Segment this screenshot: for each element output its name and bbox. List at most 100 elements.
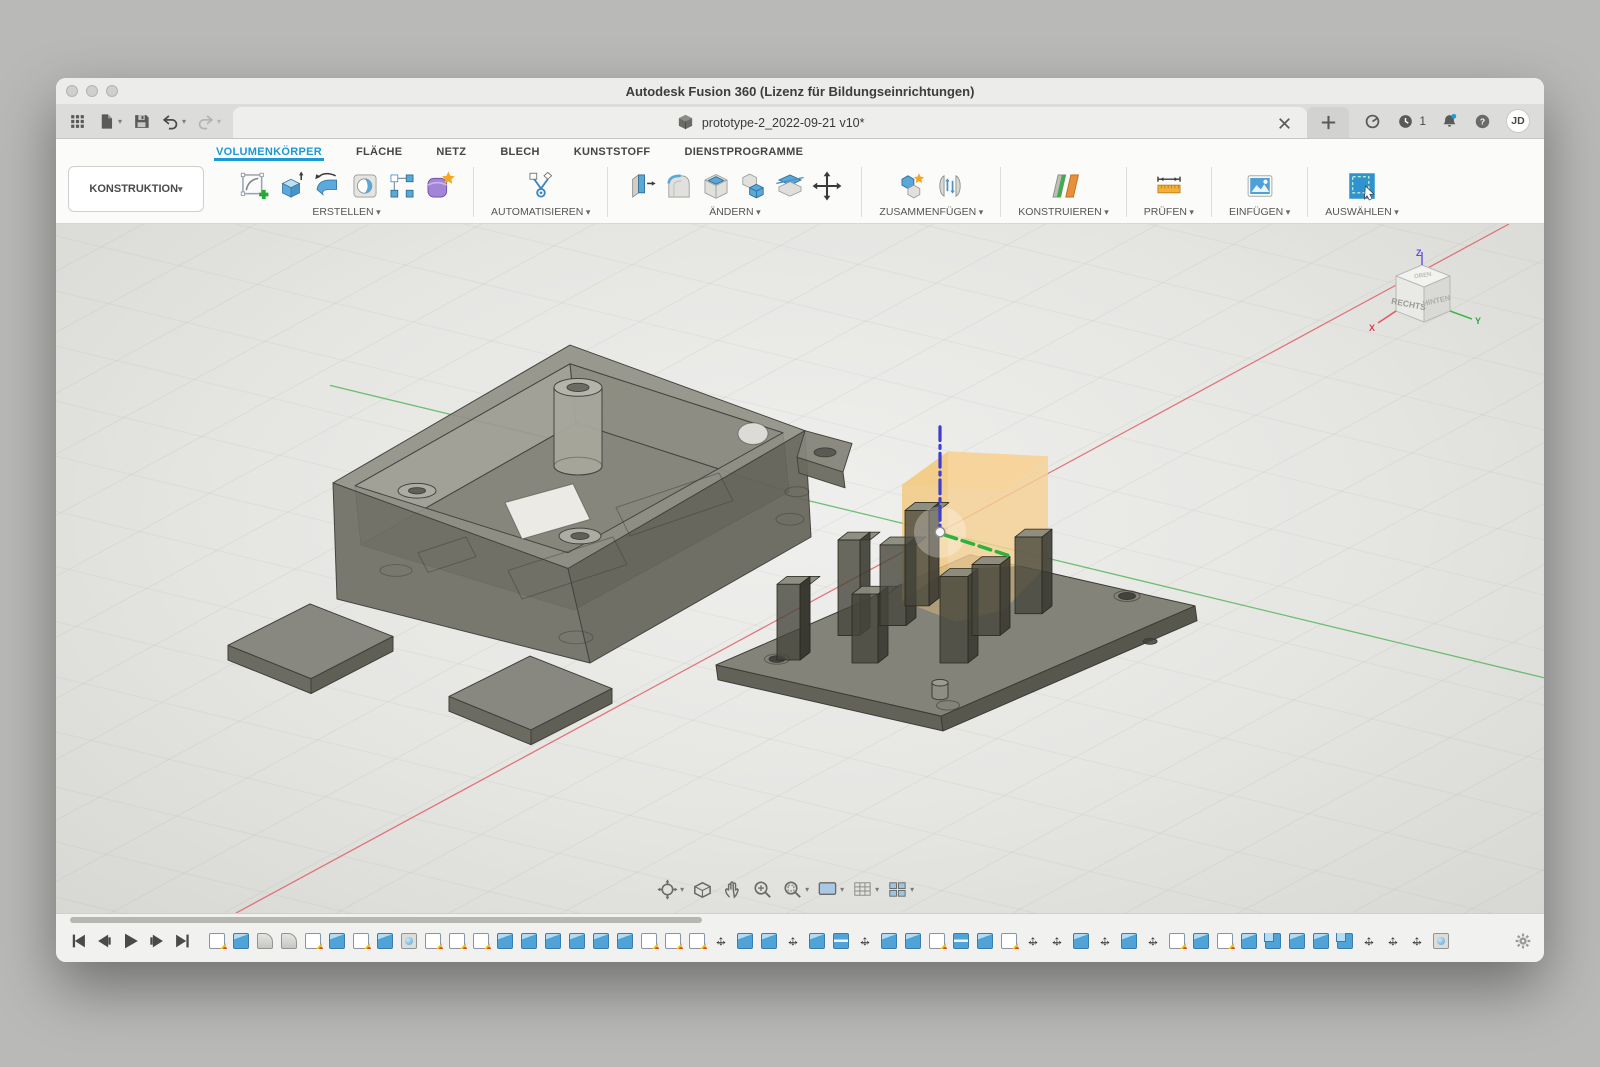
timeline-sketch-icon[interactable]: [641, 933, 657, 949]
timeline-move-icon[interactable]: [1145, 933, 1161, 949]
tab-blech[interactable]: BLECH: [498, 144, 541, 161]
timeline-extrude-icon[interactable]: [617, 933, 633, 949]
timeline-combine-icon[interactable]: [1337, 933, 1353, 949]
close-tab-button[interactable]: [1275, 114, 1293, 132]
timeline-move-icon[interactable]: [1025, 933, 1041, 949]
look-at-icon[interactable]: [691, 878, 714, 901]
timeline-extrude-icon[interactable]: [737, 933, 753, 949]
timeline-sketch-icon[interactable]: [1217, 933, 1233, 949]
timeline-sketch-icon[interactable]: [665, 933, 681, 949]
canvas-icon[interactable]: [1243, 169, 1277, 203]
timeline-move-icon[interactable]: [1361, 933, 1377, 949]
timeline-extrude-icon[interactable]: [1289, 933, 1305, 949]
document-tab[interactable]: prototype-2_2022-09-21 v10*: [233, 107, 1307, 138]
group-label[interactable]: PRÜFEN: [1144, 206, 1194, 218]
new-tab-button[interactable]: [1307, 107, 1349, 138]
joint-icon[interactable]: [933, 169, 967, 203]
timeline-extrude-icon[interactable]: [977, 933, 993, 949]
group-label[interactable]: ÄNDERN: [709, 206, 760, 218]
timeline-extrude-icon[interactable]: [593, 933, 609, 949]
select-icon[interactable]: [1345, 169, 1379, 203]
timeline-extrude-icon[interactable]: [881, 933, 897, 949]
shell-icon[interactable]: [699, 169, 733, 203]
generative-icon[interactable]: [524, 169, 558, 203]
timeline-hole-icon[interactable]: [1433, 933, 1449, 949]
file-menu-button[interactable]: ▾: [93, 108, 126, 134]
avatar[interactable]: JD: [1506, 109, 1530, 133]
viewport-canvas[interactable]: [56, 224, 1544, 913]
help-icon[interactable]: ?: [1473, 112, 1492, 131]
measure-icon[interactable]: [1152, 169, 1186, 203]
group-label[interactable]: ERSTELLEN: [312, 206, 380, 218]
traffic-lights[interactable]: [66, 85, 118, 97]
timeline-move-icon[interactable]: [1385, 933, 1401, 949]
timeline-extrude-icon[interactable]: [545, 933, 561, 949]
create-sketch-icon[interactable]: [237, 169, 271, 203]
combine-icon[interactable]: [736, 169, 770, 203]
group-label[interactable]: KONSTRUIEREN: [1018, 206, 1108, 218]
timeline-sketch-icon[interactable]: [929, 933, 945, 949]
timeline-combine-icon[interactable]: [1265, 933, 1281, 949]
timeline-move-icon[interactable]: [785, 933, 801, 949]
go-to-end-button[interactable]: [170, 930, 195, 952]
timeline-sketch-icon[interactable]: [449, 933, 465, 949]
timeline-scrollbar[interactable]: [70, 917, 702, 923]
timeline-extrude-icon[interactable]: [497, 933, 513, 949]
timeline-extrude-icon[interactable]: [809, 933, 825, 949]
lid-plate-2[interactable]: [449, 656, 612, 745]
redo-button[interactable]: ▾: [192, 108, 225, 134]
go-to-start-button[interactable]: [66, 930, 91, 952]
timeline-move-icon[interactable]: [713, 933, 729, 949]
timeline-fillet-icon[interactable]: [281, 933, 297, 949]
form-icon[interactable]: [422, 169, 456, 203]
timeline-offset-icon[interactable]: [833, 933, 849, 949]
timeline-sketch-icon[interactable]: [473, 933, 489, 949]
step-back-button[interactable]: [92, 930, 117, 952]
timeline-extrude-icon[interactable]: [1313, 933, 1329, 949]
tab-fläche[interactable]: FLÄCHE: [354, 144, 404, 161]
timeline-move-icon[interactable]: [857, 933, 873, 949]
lid-plate-1[interactable]: [228, 604, 393, 694]
tab-dienstprogramme[interactable]: DIENSTPROGRAMME: [682, 144, 805, 161]
timeline-sketch-icon[interactable]: [425, 933, 441, 949]
app-grid-button[interactable]: [64, 108, 91, 134]
viewport[interactable]: RECHTS HINTEN OBEN Z Y X ▾▾▾▾▾: [56, 224, 1544, 913]
maximize-window-button[interactable]: [106, 85, 118, 97]
timeline-sketch-icon[interactable]: [353, 933, 369, 949]
tab-kunststoff[interactable]: KUNSTSTOFF: [572, 144, 653, 161]
tab-volumenkörper[interactable]: VOLUMENKÖRPER: [214, 144, 324, 161]
construction-plane-icon[interactable]: [1047, 169, 1081, 203]
group-label[interactable]: ZUSAMMENFÜGEN: [879, 206, 983, 218]
orbit-icon[interactable]: ▾: [656, 878, 684, 901]
play-button[interactable]: [118, 930, 143, 952]
timeline-fillet-icon[interactable]: [257, 933, 273, 949]
view-cube[interactable]: RECHTS HINTEN OBEN Z Y X: [1364, 246, 1488, 360]
group-label[interactable]: AUTOMATISIEREN: [491, 206, 590, 218]
timeline-sketch-icon[interactable]: [689, 933, 705, 949]
viewports-icon[interactable]: ▾: [886, 878, 914, 901]
konstruktion-dropdown[interactable]: KONSTRUKTION: [68, 166, 204, 212]
timeline-hole-icon[interactable]: [401, 933, 417, 949]
timeline-extrude-icon[interactable]: [761, 933, 777, 949]
move-icon[interactable]: [810, 169, 844, 203]
timeline-extrude-icon[interactable]: [233, 933, 249, 949]
timeline-sketch-icon[interactable]: [305, 933, 321, 949]
pattern-icon[interactable]: [385, 169, 419, 203]
timeline-extrude-icon[interactable]: [521, 933, 537, 949]
hole-icon[interactable]: [348, 169, 382, 203]
timeline-extrude-icon[interactable]: [569, 933, 585, 949]
revolve-icon[interactable]: [311, 169, 345, 203]
undo-button[interactable]: ▾: [157, 108, 190, 134]
timeline-extrude-icon[interactable]: [1121, 933, 1137, 949]
grid-settings-icon[interactable]: ▾: [851, 878, 879, 901]
timeline-move-icon[interactable]: [1097, 933, 1113, 949]
timeline-sketch-icon[interactable]: [209, 933, 225, 949]
timeline-sketch-icon[interactable]: [1001, 933, 1017, 949]
group-label[interactable]: AUSWÄHLEN: [1325, 206, 1399, 218]
timeline-extrude-icon[interactable]: [1193, 933, 1209, 949]
fillet-icon[interactable]: [662, 169, 696, 203]
group-label[interactable]: EINFÜGEN: [1229, 206, 1290, 218]
timeline-sketch-icon[interactable]: [1169, 933, 1185, 949]
close-window-button[interactable]: [66, 85, 78, 97]
minimize-window-button[interactable]: [86, 85, 98, 97]
